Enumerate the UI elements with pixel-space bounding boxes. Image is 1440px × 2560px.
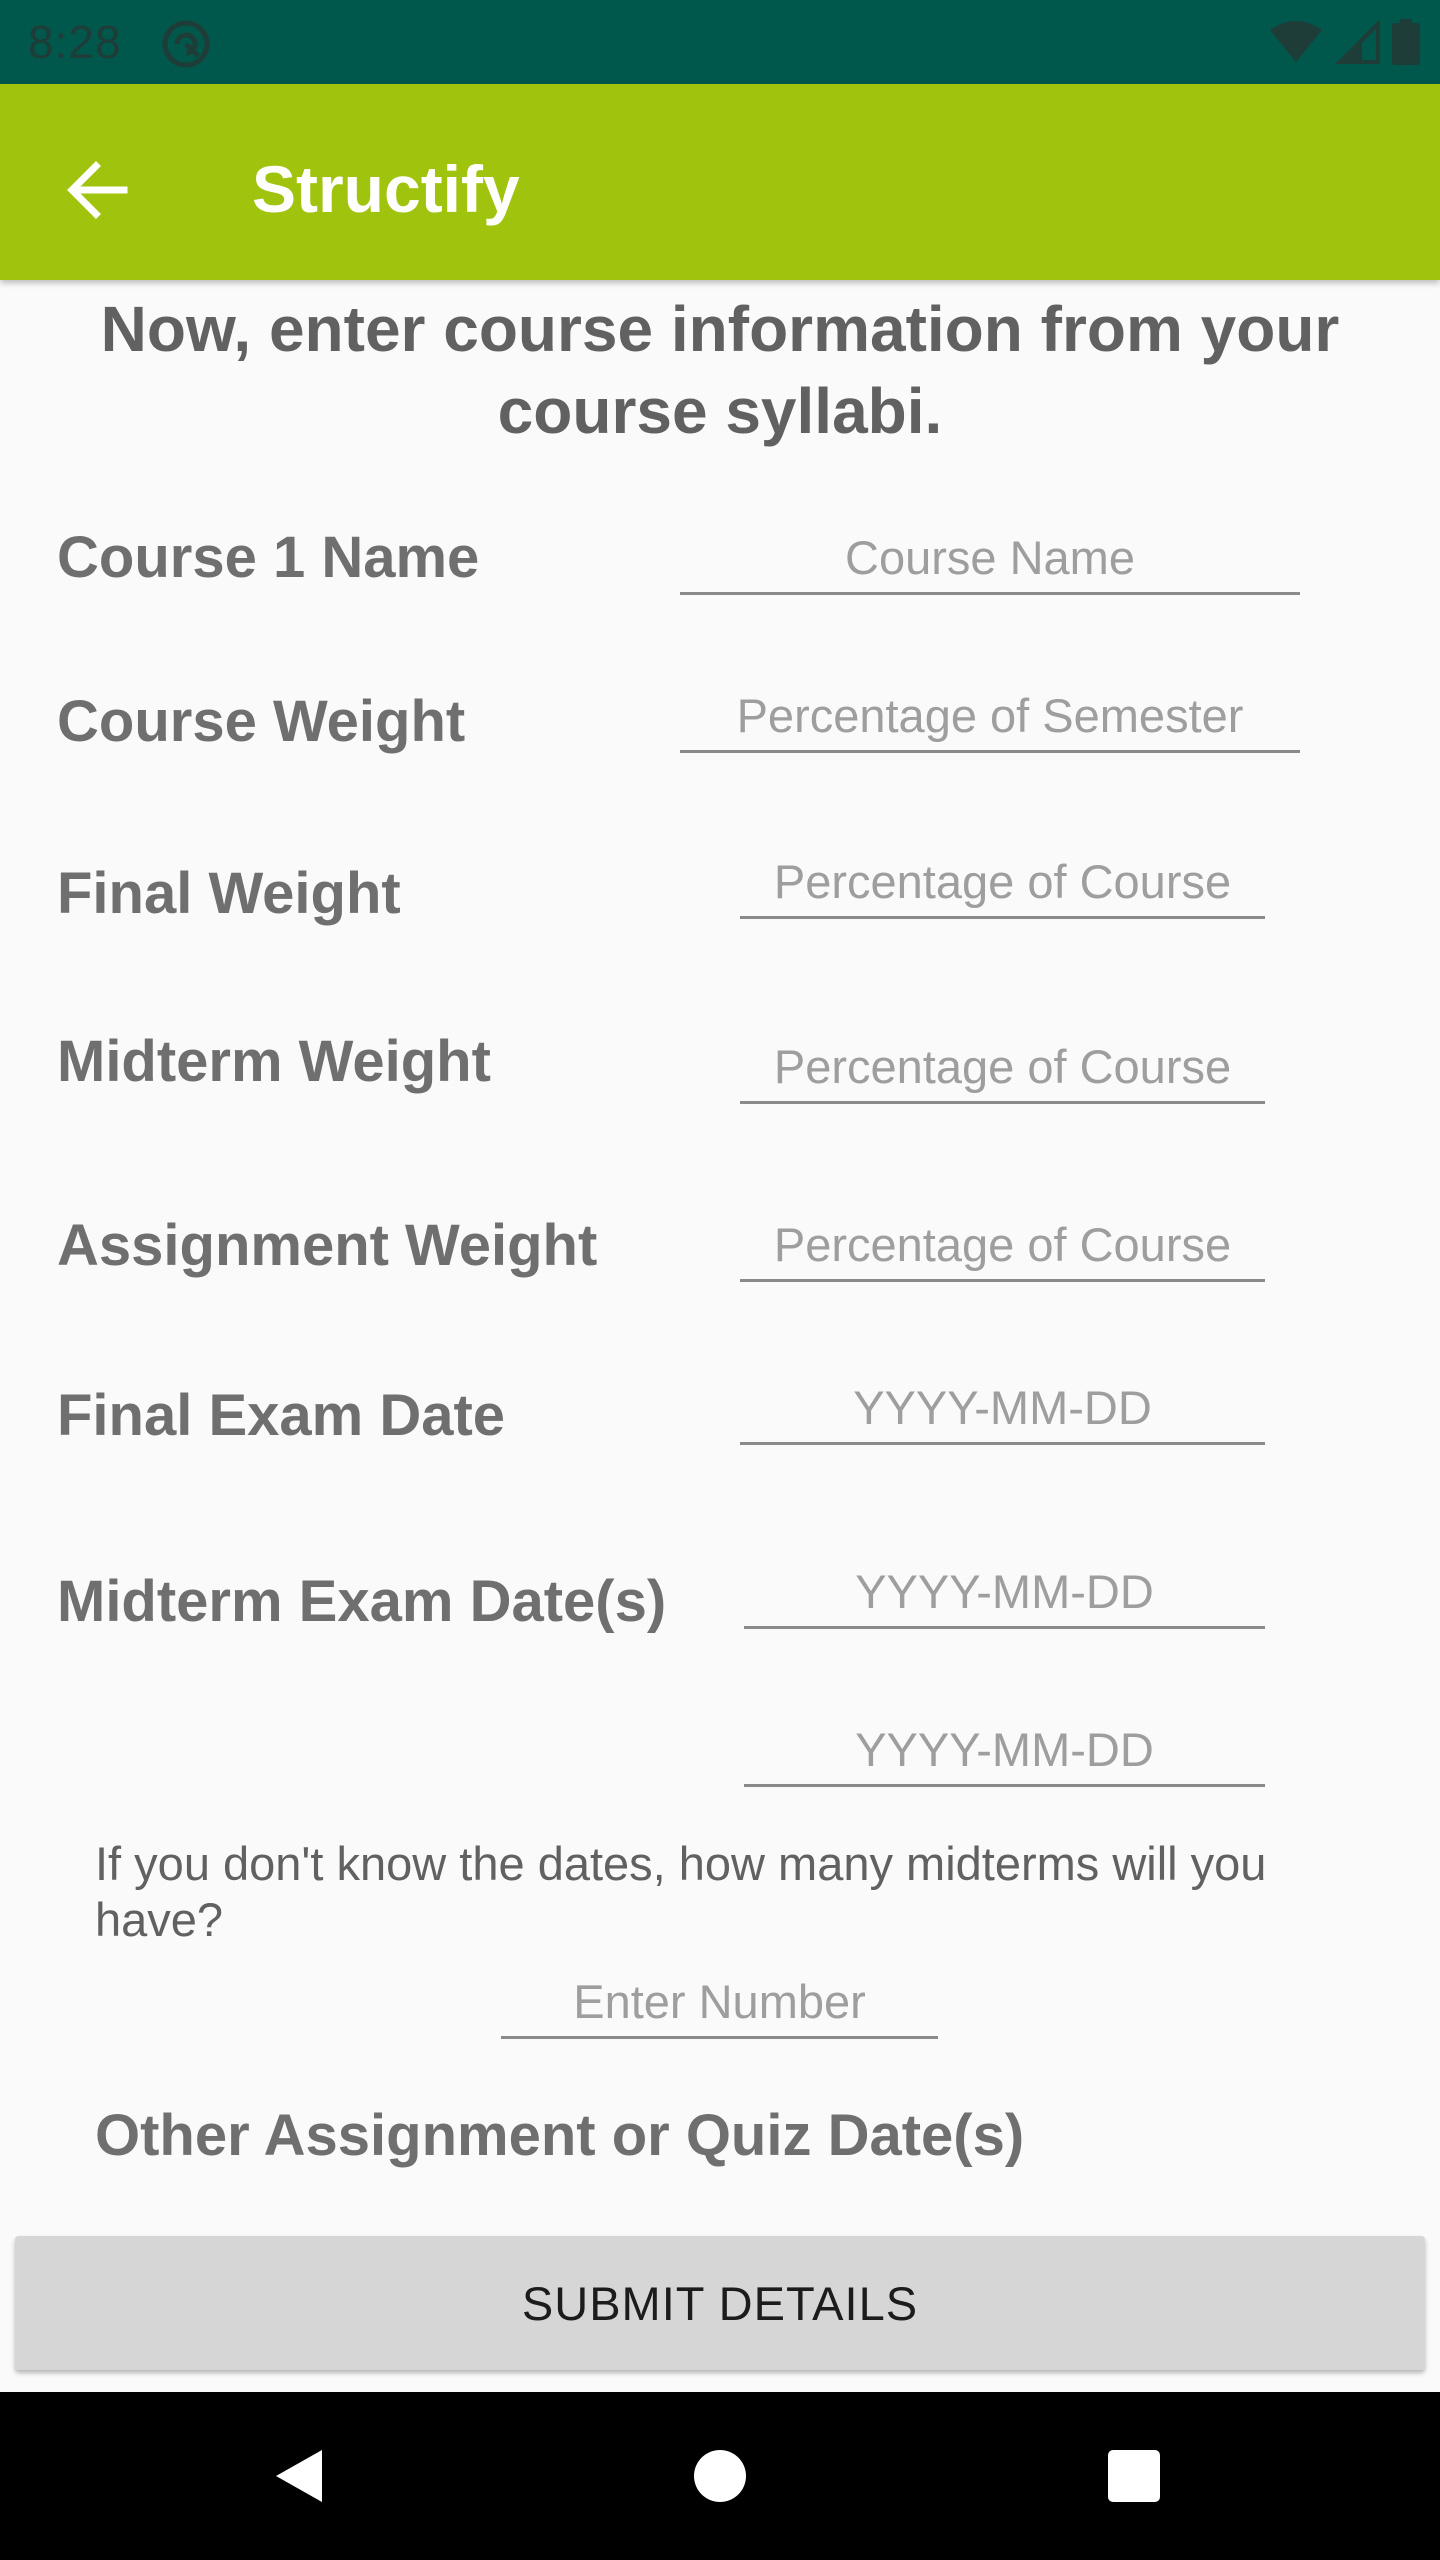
course-name-field[interactable]	[680, 522, 1300, 595]
back-button[interactable]	[48, 142, 144, 238]
course-weight-input[interactable]	[680, 680, 1300, 750]
midterm-count-input[interactable]	[501, 1966, 938, 2036]
status-bar: 8:28	[0, 0, 1440, 84]
status-icons	[1268, 16, 1420, 68]
other-dates-label: Other Assignment or Quiz Date(s)	[95, 2103, 1025, 2168]
midterm-count-question: If you don't know the dates, how many mi…	[95, 1837, 1267, 1946]
assignment-weight-input[interactable]	[740, 1209, 1265, 1279]
battery-icon	[1392, 19, 1420, 65]
course-name-input[interactable]	[680, 522, 1300, 592]
signal-icon	[1336, 20, 1380, 64]
midterm-weight-field[interactable]	[740, 1031, 1265, 1104]
home-circle-icon	[694, 2450, 746, 2502]
intro-heading: Now, enter course information from your …	[100, 293, 1340, 447]
midterm-exam-date-input-2[interactable]	[744, 1714, 1265, 1784]
course-name-label: Course 1 Name	[57, 525, 480, 590]
back-triangle-icon	[276, 2450, 322, 2502]
nav-home-button[interactable]	[670, 2426, 770, 2526]
assignment-weight-field[interactable]	[740, 1209, 1265, 1282]
final-weight-input[interactable]	[740, 846, 1265, 916]
assignment-weight-label: Assignment Weight	[57, 1213, 598, 1278]
app-bar: Structify	[0, 84, 1440, 280]
course-weight-label: Course Weight	[57, 689, 466, 754]
nav-back-button[interactable]	[250, 2426, 350, 2526]
midterm-exam-date-field-2[interactable]	[744, 1714, 1265, 1787]
midterm-exam-date-input-1[interactable]	[744, 1556, 1265, 1626]
midterm-weight-input[interactable]	[740, 1031, 1265, 1101]
navigation-bar	[0, 2392, 1440, 2560]
final-exam-date-field[interactable]	[740, 1372, 1265, 1445]
notification-icon	[162, 20, 210, 68]
arrow-back-icon	[67, 161, 128, 219]
status-time: 8:28	[28, 16, 122, 68]
midterm-exam-dates-label: Midterm Exam Date(s)	[57, 1569, 667, 1634]
final-exam-date-input[interactable]	[740, 1372, 1265, 1442]
final-exam-date-label: Final Exam Date	[57, 1383, 506, 1448]
course-weight-field[interactable]	[680, 680, 1300, 753]
final-weight-field[interactable]	[740, 846, 1265, 919]
nav-recents-button[interactable]	[1084, 2426, 1184, 2526]
wifi-icon	[1270, 21, 1322, 62]
submit-details-button[interactable]: SUBMIT DETAILS	[15, 2236, 1425, 2370]
midterm-weight-label: Midterm Weight	[57, 1029, 491, 1094]
midterm-count-field[interactable]	[501, 1966, 938, 2039]
recents-square-icon	[1108, 2450, 1160, 2502]
app-title: Structify	[252, 152, 520, 226]
midterm-exam-date-field-1[interactable]	[744, 1556, 1265, 1629]
final-weight-label: Final Weight	[57, 861, 401, 926]
